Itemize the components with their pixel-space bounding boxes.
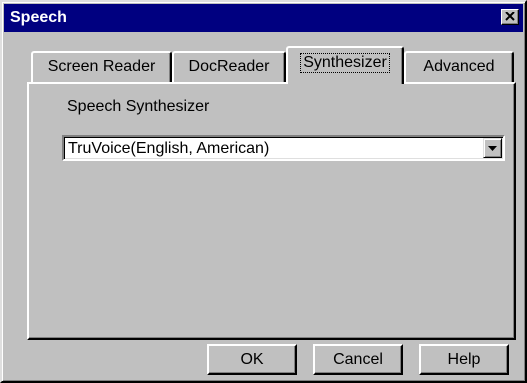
tab-synthesizer[interactable]: Synthesizer [286, 46, 404, 84]
speech-synthesizer-label: Speech Synthesizer [67, 98, 210, 115]
tab-docreader-label: DocReader [188, 58, 270, 75]
synthesizer-tab-panel: Speech Synthesizer TruVoice(English, Ame… [27, 82, 516, 340]
tab-screen-reader[interactable]: Screen Reader [31, 51, 172, 82]
dropdown-arrow-icon [488, 146, 497, 151]
speech-synthesizer-value: TruVoice(English, American) [68, 140, 270, 157]
close-x-icon [505, 12, 515, 21]
title-bar[interactable]: Speech [4, 4, 523, 32]
tab-synthesizer-label: Synthesizer [300, 53, 390, 73]
cancel-button[interactable]: Cancel [313, 344, 403, 375]
help-button[interactable]: Help [419, 344, 509, 375]
dropdown-button[interactable] [483, 138, 502, 158]
speech-synthesizer-select[interactable]: TruVoice(English, American) [62, 135, 505, 161]
tab-screen-reader-label: Screen Reader [47, 58, 156, 75]
ok-button[interactable]: OK [207, 344, 297, 375]
window-title: Speech [10, 9, 67, 26]
tab-advanced[interactable]: Advanced [404, 51, 514, 82]
tab-docreader[interactable]: DocReader [172, 51, 286, 82]
close-button[interactable] [501, 9, 519, 25]
speech-dialog: Speech Screen Reader DocReader Synthesiz… [0, 0, 527, 383]
tab-advanced-label: Advanced [423, 58, 495, 75]
